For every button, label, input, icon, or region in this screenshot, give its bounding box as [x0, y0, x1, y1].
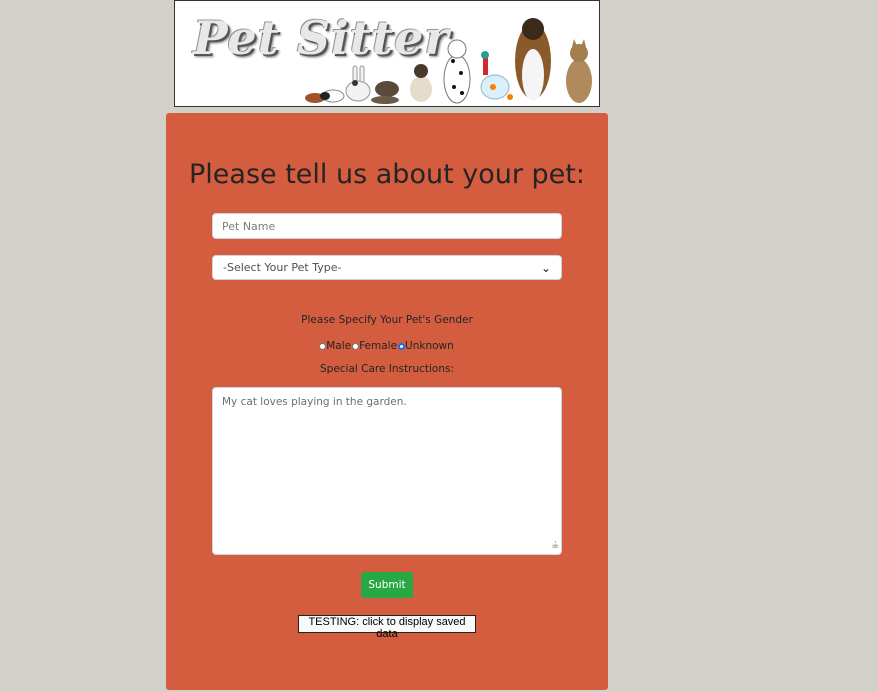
gender-label-female: Female: [359, 340, 398, 352]
care-instructions-label: Special Care Instructions:: [319, 363, 455, 375]
pets-illustration: [305, 18, 592, 104]
care-instructions-textarea[interactable]: My cat loves playing in the garden. ≟: [212, 387, 562, 555]
gender-radio-group: Male Female Unknown: [166, 340, 608, 352]
gender-radio-unknown[interactable]: [398, 342, 406, 350]
display-saved-data-button[interactable]: TESTING: click to display saved data: [298, 615, 476, 640]
pet-sitter-banner: Pet Sitter: [174, 0, 600, 107]
pet-type-selected-value: -Select Your Pet Type-: [223, 261, 342, 274]
form-heading: Please tell us about your pet:: [189, 159, 585, 190]
pet-type-select[interactable]: -Select Your Pet Type- ⌄: [212, 255, 562, 280]
submit-button[interactable]: Submit: [361, 572, 413, 598]
gender-label-unknown: Unknown: [405, 340, 454, 352]
care-instructions-value: My cat loves playing in the garden.: [222, 396, 407, 408]
gender-radio-male[interactable]: [319, 342, 327, 350]
pet-form-card: Please tell us about your pet: -Select Y…: [166, 113, 608, 690]
gender-label: Please Specify Your Pet's Gender: [301, 314, 473, 326]
pet-name-input[interactable]: [212, 213, 562, 239]
gender-label-male: Male: [326, 340, 352, 352]
resize-grip-icon[interactable]: ≟: [551, 542, 559, 552]
gender-radio-female[interactable]: [352, 342, 360, 350]
chevron-down-icon: ⌄: [540, 260, 551, 275]
